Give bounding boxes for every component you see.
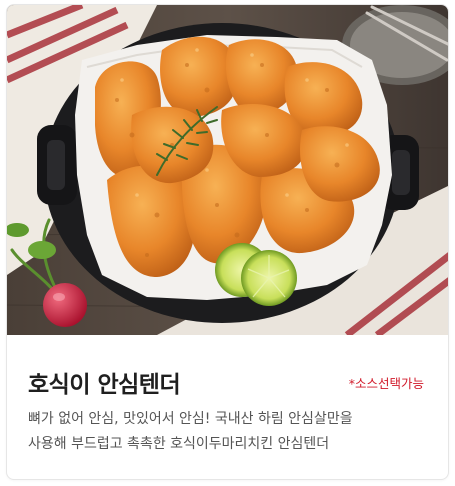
description-line: 사용해 부드럽고 촉촉한 호식이두마리치킨 안심텐더 xyxy=(28,436,330,452)
sauce-option-badge: *소스선택가능 xyxy=(348,376,424,391)
description-line: 뼈가 없어 안심, 맛있어서 안심! 국내산 하림 안심살만을 xyxy=(28,411,353,427)
product-info: 호식이 안심텐더 *소스선택가능 뼈가 없어 안심, 맛있어서 안심! 국내산 … xyxy=(7,335,448,479)
product-title: 호식이 안심텐더 xyxy=(28,372,181,398)
product-card[interactable]: 호식이 안심텐더 *소스선택가능 뼈가 없어 안심, 맛있어서 안심! 국내산 … xyxy=(6,4,449,480)
product-photo xyxy=(7,5,448,335)
product-description: 뼈가 없어 안심, 맛있어서 안심! 국내산 하림 안심살만을 사용해 부드럽고… xyxy=(28,407,433,457)
